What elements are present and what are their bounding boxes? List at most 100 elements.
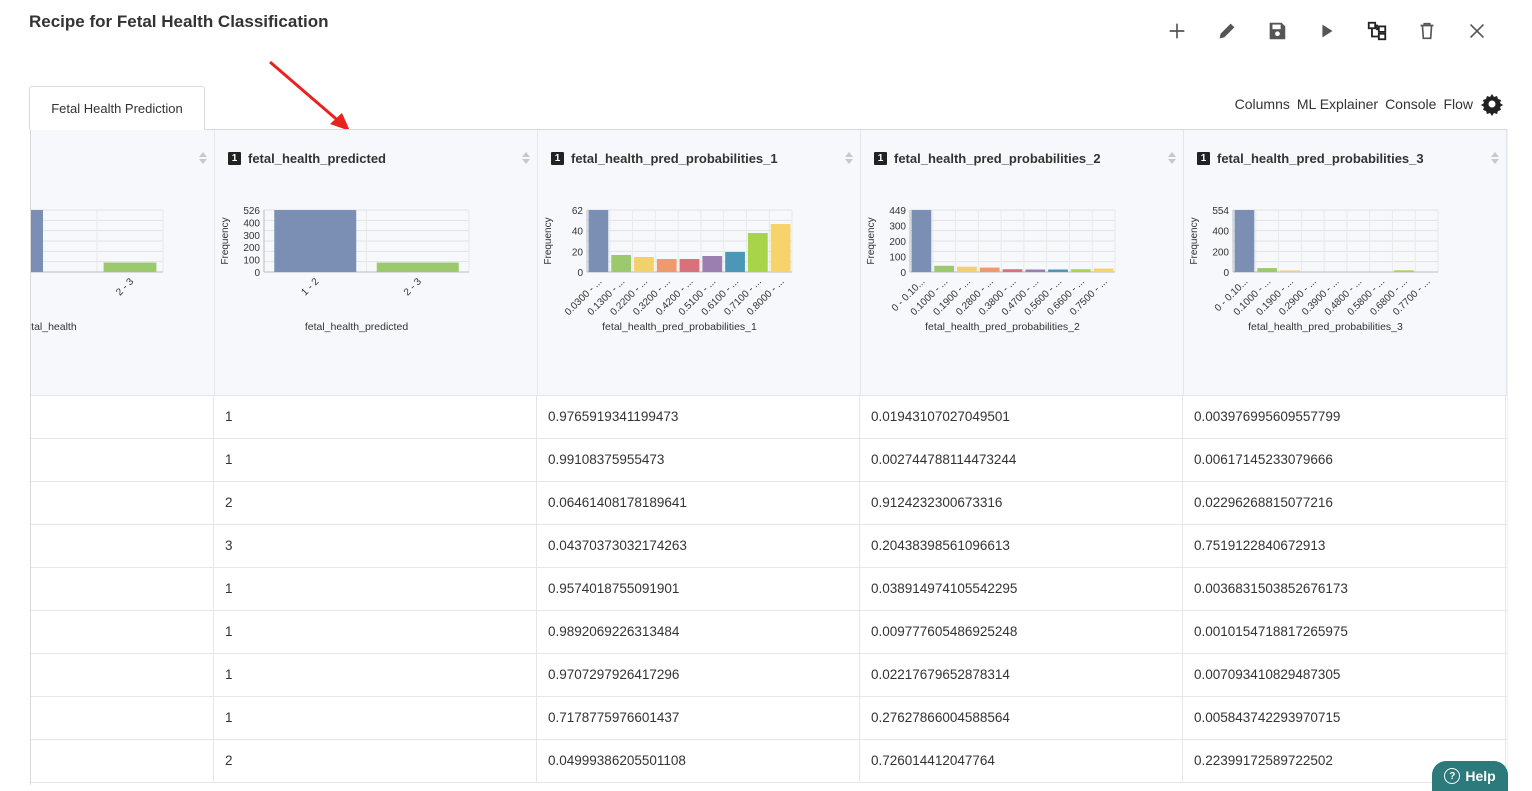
table-cell[interactable]: 0.02217679652878314 [860,654,1183,696]
table-cell[interactable]: 0.7178775976601437 [537,697,860,739]
table-cell[interactable]: 0.06461408178189641 [537,482,860,524]
table-cell[interactable]: 1 [214,697,537,739]
table-cell[interactable] [31,439,214,481]
table-row[interactable]: 1 0.9574018755091901 0.038914974105542295 0… [31,568,1507,611]
table-cell[interactable]: 0.038914974105542295 [860,568,1183,610]
column-header[interactable]: 1 fetal_health_pred_probabilities_3 554 400… [1183,130,1507,395]
table-cell[interactable]: 0.007093410829487305 [1183,654,1506,696]
table-cell[interactable] [31,396,214,438]
table-row[interactable]: 1 0.99108375955473 0.002744788114473244 0.0… [31,439,1507,482]
table-cell[interactable]: 0.0010154718817265975 [1183,611,1506,653]
column-title: 1 fetal_health_pred_probabilities_3 [1197,151,1424,166]
column-header[interactable]: 1 fetal_health_predicted 526 400 300 200 100 0 1… [214,130,538,395]
table-row[interactable]: 1 0.9892069226313484 0.009777605486925248 0… [31,611,1507,654]
table-cell[interactable]: 1 [214,611,537,653]
column-title: 1 fetal_health_pred_probabilities_2 [874,151,1101,166]
table-row[interactable]: 3 0.04370373032174263 0.20438398561096613 0… [31,525,1507,568]
table-cell[interactable] [31,482,214,524]
flow-link[interactable]: Flow [1443,96,1473,112]
table-row[interactable]: 2 0.06461408178189641 0.9124232300673316 0.… [31,482,1507,525]
table-cell[interactable]: 0.003976995609557799 [1183,396,1506,438]
bar [274,210,357,272]
plus-icon [1169,23,1185,39]
table-cell[interactable]: 0.0036831503852676173 [1183,568,1506,610]
table-cell[interactable] [31,740,214,782]
delete-button[interactable] [1402,18,1452,44]
table-cell[interactable]: 0.9574018755091901 [537,568,860,610]
column-name: fetal_health_pred_probabilities_3 [1217,151,1424,166]
table-cell[interactable]: 1 [214,396,537,438]
table-cell[interactable]: 0.002744788114473244 [860,439,1183,481]
table-cell[interactable]: 0.9707297926417296 [537,654,860,696]
y-tick-label: 400 [243,218,260,229]
table-cell[interactable]: 2 [214,482,537,524]
y-tick-label: 200 [1212,247,1229,258]
table-cell[interactable]: 0.7519122840672913 [1183,525,1506,567]
column-header[interactable]: 1 fetal_health_pred_probabilities_2 449 300… [860,130,1184,395]
edit-button[interactable] [1202,18,1252,44]
table-cell[interactable]: 1 [214,439,537,481]
table-cell[interactable]: 2 [214,740,537,782]
x-axis-label: fetal_health_predicted [305,321,408,333]
ml-explainer-link[interactable]: ML Explainer [1297,96,1378,112]
table-cell[interactable]: 0.01943107027049501 [860,396,1183,438]
table-cell[interactable]: 0.00617145233079666 [1183,439,1506,481]
table-row[interactable]: 1 0.7178775976601437 0.27627866004588564 0.… [31,697,1507,740]
bar [376,262,459,272]
table-cell[interactable]: 0.009777605486925248 [860,611,1183,653]
table-cell[interactable]: 0.04370373032174263 [537,525,860,567]
save-button[interactable] [1252,18,1302,44]
sort-icon[interactable] [198,150,208,166]
table-cell[interactable]: 0.9124232300673316 [860,482,1183,524]
histogram-chart: 526400 300200 1000 1 - 2 2 - 3 Frequency fetal… [220,206,470,333]
close-button[interactable] [1452,18,1502,44]
y-tick-label: 20 [572,247,584,258]
x-tick-label: 2 - 3 [114,276,136,298]
y-tick-label: 300 [243,231,260,242]
table-row[interactable]: 2 0.04999386205501108 0.726014412047764 0.2… [31,740,1507,783]
table-cell[interactable]: 0.02296268815077216 [1183,482,1506,524]
help-button[interactable]: ? Help [1432,761,1508,791]
table-cell[interactable]: 0.9765919341199473 [537,396,860,438]
table-cell[interactable] [31,525,214,567]
bar [1234,210,1255,272]
histogram-chart: 2 - 3 etal_health [31,209,164,333]
table-cell[interactable] [31,654,214,696]
x-axis-label: fetal_health_pred_probabilities_1 [602,321,757,333]
columns-link[interactable]: Columns [1235,96,1290,112]
settings-button[interactable] [1480,92,1504,116]
sort-up-mark [199,152,207,157]
table-cell[interactable]: 0.005843742293970715 [1183,697,1506,739]
table-row[interactable]: 1 0.9765919341199473 0.01943107027049501 0.… [31,396,1507,439]
table-cell[interactable]: 0.726014412047764 [860,740,1183,782]
table-cell[interactable] [31,611,214,653]
flow-button[interactable] [1352,18,1402,44]
column-header[interactable]: 2 - 3 etal_health [31,130,215,395]
table-cell[interactable]: 0.99108375955473 [537,439,860,481]
table-row[interactable]: 1 0.9707297926417296 0.02217679652878314 0.… [31,654,1507,697]
table-cell[interactable]: 1 [214,568,537,610]
table-cell[interactable]: 0.27627866004588564 [860,697,1183,739]
play-icon [1322,24,1333,38]
column-header[interactable]: 1 fetal_health_pred_probabilities_1 62 40 20… [537,130,861,395]
y-tick-label: 0 [254,268,260,279]
console-link[interactable]: Console [1385,96,1436,112]
table-cell[interactable]: 0.04999386205501108 [537,740,860,782]
table-cell[interactable] [31,697,214,739]
sort-icon[interactable] [844,150,854,166]
table-cell[interactable] [31,568,214,610]
tab-fetal-health-prediction[interactable]: Fetal Health Prediction [29,86,205,130]
y-tick-label: 40 [572,227,584,238]
run-button[interactable] [1302,18,1352,44]
table-cell[interactable]: 3 [214,525,537,567]
numeric-type-badge: 1 [874,152,887,165]
sort-icon[interactable] [1490,150,1500,166]
sort-icon[interactable] [521,150,531,166]
table-cell[interactable]: 0.20438398561096613 [860,525,1183,567]
table-cell[interactable]: 0.9892069226313484 [537,611,860,653]
bar [1025,269,1046,272]
histogram-chart: 55440020000 - 0.10...0.1000 - ...0.1900 … [1189,206,1439,333]
add-button[interactable] [1152,18,1202,44]
table-cell[interactable]: 1 [214,654,537,696]
sort-icon[interactable] [1167,150,1177,166]
